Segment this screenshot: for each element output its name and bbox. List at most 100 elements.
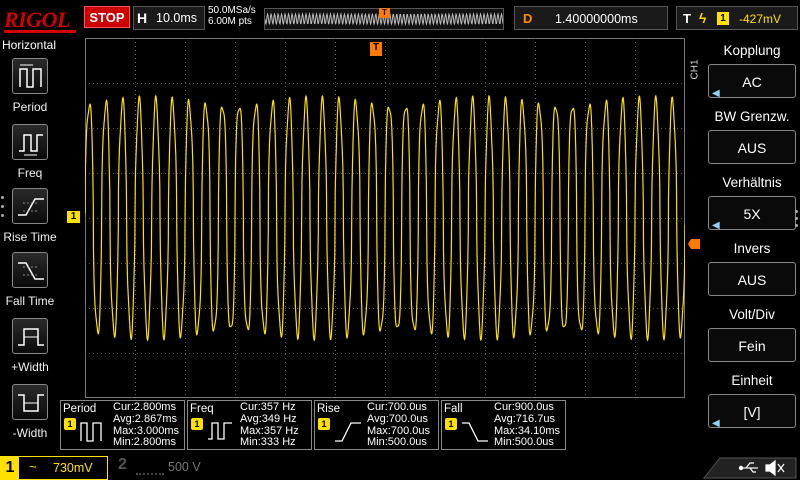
probe-ratio-value-box[interactable]: ◀ 5X — [708, 196, 796, 231]
kopplung-value-box[interactable]: ◀ AC — [708, 64, 796, 99]
ac-coupling-icon: ~ — [29, 459, 37, 474]
measurement-channel-badge: 1 — [64, 418, 76, 430]
probe-ratio-title: Verhältnis — [722, 175, 782, 190]
volt-div-softkey[interactable]: Volt/Div Fein — [704, 304, 800, 366]
measurement-min: Min:500.0us — [494, 436, 554, 449]
unit-softkey[interactable]: Einheit ◀ [V] — [704, 370, 800, 432]
ch1-number: 1 — [1, 457, 19, 479]
kopplung-title: Kopplung — [723, 43, 781, 58]
timebase-box[interactable]: H 10.0ms — [133, 6, 205, 30]
measurement-values: Cur:700.0us Avg:700.0us Max:700.0us Min:… — [367, 401, 430, 449]
probe-ratio-softkey[interactable]: Verhältnis ◀ 5X — [704, 172, 800, 234]
trigger-level-marker[interactable] — [688, 239, 700, 249]
trigger-channel-badge: 1 — [717, 12, 729, 25]
bw-limit-softkey[interactable]: BW Grenzw. AUS — [704, 106, 800, 168]
invert-title: Invers — [733, 241, 771, 256]
pos-width-icon — [12, 318, 48, 354]
invert-value: AUS — [737, 272, 767, 288]
freq-icon — [12, 124, 48, 160]
run-stop-indicator[interactable]: STOP — [84, 6, 130, 28]
trigger-box[interactable]: T ϟ 1 -427mV — [676, 6, 798, 30]
channel-menu-label: CH1 — [689, 59, 701, 80]
rise-time-icon — [335, 422, 361, 442]
measurement-fall[interactable]: Fall 1 Cur:900.0us Avg:716.7us Max:34.10… — [441, 400, 566, 450]
measure-rise-time-item[interactable]: Rise Time — [0, 188, 60, 250]
ch2-coupling-icon — [136, 461, 164, 475]
horizontal-label: H — [137, 10, 148, 26]
kopplung-value: AC — [742, 74, 762, 90]
measurement-channel-badge: 1 — [445, 418, 457, 430]
measure-pos-width-label: +Width — [11, 360, 49, 374]
ch1-waveform — [85, 94, 685, 342]
measure-period-label: Period — [12, 100, 48, 114]
measure-menu-title: Horizontal — [2, 38, 57, 52]
measurement-min: Min:333 Hz — [240, 436, 296, 449]
unit-title: Einheit — [731, 373, 773, 388]
trigger-level-value: -427mV — [739, 12, 782, 26]
measurement-period[interactable]: Period 1 Cur:2.800ms Avg:2.867ms Max:3.0… — [60, 400, 185, 450]
memory-trigger-marker: T — [379, 8, 390, 18]
arrow-left-icon: ◀ — [712, 418, 720, 429]
unit-value: [V] — [743, 404, 761, 420]
period-icon — [80, 422, 102, 442]
memory-depth: 6.00M pts — [208, 16, 252, 27]
volt-div-value-box[interactable]: Fein — [708, 328, 796, 362]
bw-limit-value: AUS — [737, 140, 767, 156]
trigger-label: T — [683, 11, 691, 26]
measurement-rise[interactable]: Rise 1 Cur:700.0us Avg:700.0us Max:700.0… — [314, 400, 439, 450]
channel-status-bar: 1 ~ 730mV 2 500 V — [0, 452, 800, 480]
measure-fall-time-item[interactable]: Fall Time — [0, 252, 60, 314]
measurement-freq[interactable]: Freq 1 Cur:357 Hz Avg:349 Hz Max:357 Hz … — [187, 400, 312, 450]
trigger-position-marker[interactable]: T — [370, 42, 382, 56]
measure-neg-width-label: -Width — [12, 426, 48, 440]
ch1-offset-marker[interactable]: 1 — [67, 211, 80, 223]
ch1-status-tab[interactable]: 1 ~ 730mV — [0, 456, 108, 480]
measure-period-item[interactable]: Period — [0, 58, 60, 120]
top-status-bar: RIGOL STOP H 10.0ms 50.0MSa/s 6.00M pts … — [0, 0, 800, 38]
ch2-status-tab[interactable]: 2 500 V — [112, 456, 216, 480]
timebase-value: 10.0ms — [156, 11, 197, 25]
delay-value: 1.40000000ms — [555, 12, 638, 26]
measurement-name: Fall — [444, 403, 463, 415]
neg-width-icon — [12, 384, 48, 420]
rigol-logo: RIGOL — [4, 7, 70, 32]
measure-freq-item[interactable]: Freq — [0, 124, 60, 186]
kopplung-softkey[interactable]: Kopplung ◀ AC — [704, 40, 800, 102]
unit-value-box[interactable]: ◀ [V] — [708, 394, 796, 429]
acquisition-info: 50.0MSa/s 6.00M pts — [208, 5, 256, 27]
freq-icon — [208, 422, 232, 440]
measurement-values: Cur:900.0us Avg:716.7us Max:34.10ms Min:… — [494, 401, 560, 449]
period-icon — [12, 58, 48, 94]
memory-overview-strip: T — [264, 8, 504, 30]
rise-time-icon — [12, 188, 48, 224]
sample-rate: 50.0MSa/s — [208, 5, 256, 16]
logo-underline — [4, 30, 76, 33]
measurement-values: Cur:2.800ms Avg:2.867ms Max:3.000ms Min:… — [113, 401, 179, 449]
bw-limit-title: BW Grenzw. — [714, 109, 790, 124]
ch2-number: 2 — [118, 456, 127, 473]
invert-softkey[interactable]: Invers AUS — [704, 238, 800, 300]
measurement-name: Freq — [190, 403, 214, 415]
delay-box[interactable]: D 1.40000000ms — [514, 6, 668, 30]
measurement-min: Min:2.800ms — [113, 436, 176, 449]
volt-div-value: Fein — [738, 338, 766, 354]
measurement-channel-badge: 1 — [191, 418, 203, 430]
waveform-display[interactable] — [85, 38, 685, 398]
measurement-avg: Avg:700.0us — [367, 412, 428, 425]
measure-pos-width-item[interactable]: +Width — [0, 318, 60, 380]
measure-rise-time-label: Rise Time — [3, 230, 57, 244]
rising-edge-icon: ϟ — [699, 10, 707, 26]
fall-time-icon — [462, 422, 488, 442]
measure-freq-label: Freq — [17, 166, 43, 180]
measure-neg-width-item[interactable]: -Width — [0, 384, 60, 446]
ch2-scale: 500 V — [168, 460, 201, 474]
menu-page-dots — [795, 210, 800, 231]
bw-limit-value-box[interactable]: AUS — [708, 130, 796, 164]
volt-div-title: Volt/Div — [729, 307, 775, 322]
measurement-name: Period — [63, 403, 97, 415]
status-icons — [702, 457, 797, 479]
delay-label: D — [523, 11, 533, 26]
measure-fall-time-label: Fall Time — [5, 294, 55, 308]
invert-value-box[interactable]: AUS — [708, 262, 796, 296]
measurement-avg: Avg:349 Hz — [240, 412, 297, 425]
